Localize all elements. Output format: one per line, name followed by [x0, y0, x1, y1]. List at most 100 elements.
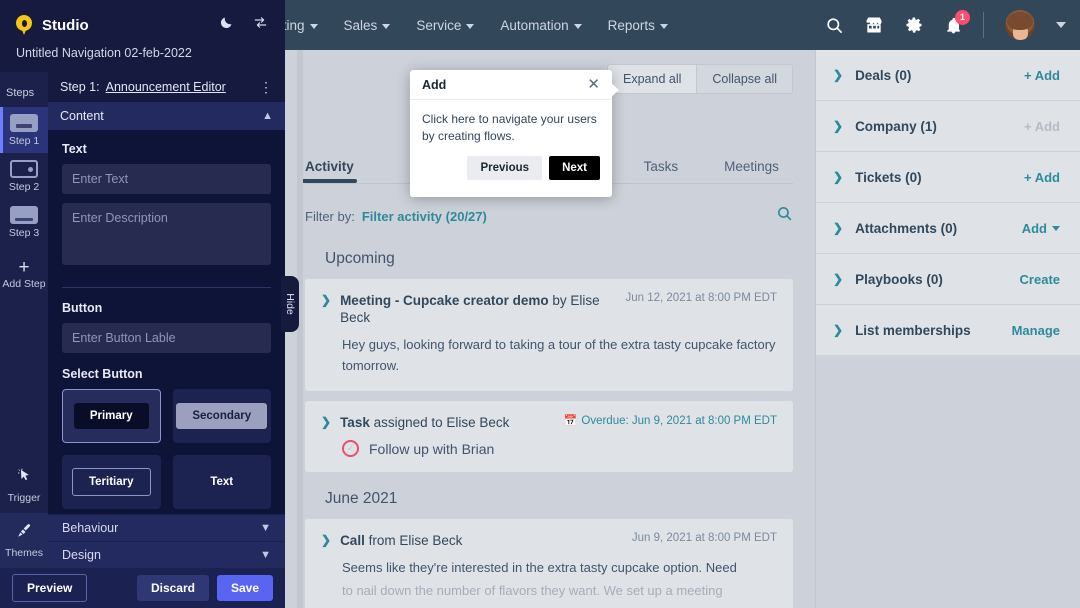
sidebar-row-deals[interactable]: ❯ Deals (0) + Add [816, 50, 1080, 101]
tab-activity[interactable]: Activity [302, 159, 357, 183]
accordion-label: Design [62, 548, 101, 562]
chevron-right-icon[interactable]: ❯ [321, 414, 331, 431]
expand-collapse-toolbar: Expand all Collapse all [607, 64, 793, 94]
chevron-down-icon[interactable] [1056, 22, 1066, 28]
notification-badge: 1 [955, 9, 970, 25]
chevron-right-icon[interactable]: ❯ [321, 532, 331, 549]
app-root: rketing Sales Service Automation Reports [0, 0, 1080, 608]
text-input[interactable] [62, 164, 271, 194]
card-title-bold: Task [340, 415, 370, 430]
step-name-link[interactable]: Announcement Editor [106, 80, 226, 94]
create-playbook-button[interactable]: Create [1020, 272, 1060, 287]
editor-panel: Step 1: Announcement Editor ⋮ Content ▲ … [48, 72, 285, 568]
studio-logo-pin-icon [16, 15, 32, 35]
button-style-secondary[interactable]: Secondary [172, 389, 271, 443]
marketplace-icon[interactable] [864, 15, 884, 35]
card-title-rest: assigned to Elise Beck [369, 415, 510, 430]
nav-item-service[interactable]: Service [416, 17, 475, 33]
rail-item-label: Step 1 [8, 135, 40, 147]
sidebar-row-playbooks[interactable]: ❯ Playbooks (0) Create [816, 254, 1080, 305]
nav-item-automation[interactable]: Automation [500, 18, 582, 33]
search-icon[interactable] [776, 205, 793, 227]
button-section-label: Button [62, 301, 103, 315]
task-checkbox-icon[interactable]: ✓ [342, 440, 359, 457]
sidebar-row-list-memberships[interactable]: ❯ List memberships Manage [816, 305, 1080, 356]
collapse-all-button[interactable]: Collapse all [696, 65, 792, 93]
sidebar-row-tickets[interactable]: ❯ Tickets (0) + Add [816, 152, 1080, 203]
button-style-primary[interactable]: Primary [62, 389, 161, 443]
activity-card-meeting[interactable]: ❯ Meeting - Cupcake creator demo by Elis… [305, 279, 793, 391]
card-title: Task assigned to Elise Beck [340, 414, 545, 431]
swap-arrows-icon[interactable] [252, 15, 269, 35]
avatar[interactable] [1004, 9, 1036, 41]
description-textarea[interactable] [62, 203, 271, 265]
rail-tool-themes[interactable]: Themes [0, 513, 48, 568]
studio-subtitle: Untitled Navigation 02-feb-2022 [16, 46, 192, 60]
sidebar-row-company[interactable]: ❯ Company (1) + Add [816, 101, 1080, 152]
tab-meetings[interactable]: Meetings [724, 159, 779, 183]
accordion-design[interactable]: Design ▼ [48, 541, 285, 568]
sidebar-row-title: Playbooks (0) [855, 271, 943, 287]
sidebar-row-title: List memberships [855, 322, 971, 338]
notifications-bell-icon[interactable]: 1 [944, 9, 970, 35]
select-button-label: Select Button [62, 367, 143, 381]
chevron-right-icon[interactable]: ❯ [833, 170, 843, 184]
rail-item-step-2[interactable]: Step 2 [0, 153, 48, 199]
tab-tasks[interactable]: Tasks [644, 159, 679, 183]
button-label-input[interactable] [62, 323, 271, 353]
chevron-right-icon[interactable]: ❯ [833, 221, 843, 235]
step-overflow-menu-icon[interactable]: ⋮ [259, 80, 273, 94]
sidebar-row-title: Attachments (0) [855, 220, 958, 236]
search-icon[interactable] [825, 16, 844, 35]
rail-item-step-1[interactable]: Step 1 [0, 107, 48, 153]
filter-value[interactable]: Filter activity (20/27) [362, 209, 487, 224]
dark-mode-moon-icon[interactable] [219, 15, 234, 35]
add-step-button[interactable]: + Add Step [2, 258, 45, 290]
add-company-button[interactable]: + Add [1024, 119, 1060, 134]
nav-item-reports[interactable]: Reports [608, 18, 668, 33]
add-ticket-button[interactable]: + Add [1024, 170, 1060, 185]
cursor-click-icon [16, 467, 33, 489]
activity-card-task[interactable]: ❯ Task assigned to Elise Beck 📅 Overdue: … [305, 401, 793, 472]
sidebar-row-attachments[interactable]: ❯ Attachments (0) Add [816, 203, 1080, 254]
step-thumbnail-icon [10, 206, 38, 224]
close-icon[interactable]: ✕ [587, 77, 600, 92]
add-attachment-dropdown[interactable]: Add [1022, 221, 1060, 236]
filter-label: Filter by: [305, 208, 355, 224]
card-body-continued: to nail down the number of flavors they … [342, 583, 723, 598]
card-timestamp: Jun 12, 2021 at 8:00 PM EDT [625, 292, 777, 304]
rail-item-step-3[interactable]: Step 3 [0, 199, 48, 245]
card-title: Meeting - Cupcake creator demo by Elise … [340, 292, 606, 326]
button-style-text[interactable]: Text [172, 455, 271, 509]
card-title-rest: from Elise Beck [364, 533, 463, 548]
chevron-down-icon [466, 23, 475, 29]
preview-button[interactable]: Preview [12, 574, 88, 602]
hide-panel-tab[interactable]: Hide [281, 276, 299, 332]
activity-card-call[interactable]: ❯ Call from Elise Beck Jun 9, 2021 at 8:… [305, 519, 793, 608]
previous-button[interactable]: Previous [467, 156, 543, 180]
step-thumbnail-icon [10, 114, 38, 132]
gear-icon[interactable] [904, 15, 924, 35]
filter-bar: Filter by: Filter activity (20/27) [305, 196, 793, 236]
button-style-tertiary[interactable]: Teritiary [62, 455, 161, 509]
main-scrollbar[interactable] [297, 50, 303, 608]
expand-all-button[interactable]: Expand all [608, 65, 697, 93]
accordion-behaviour[interactable]: Behaviour ▼ [48, 514, 285, 541]
discard-button[interactable]: Discard [136, 575, 209, 601]
chevron-right-icon[interactable]: ❯ [833, 119, 843, 133]
rail-tool-trigger[interactable]: Trigger [0, 458, 48, 513]
nav-item-label: Reports [607, 17, 655, 33]
add-deal-button[interactable]: + Add [1024, 68, 1060, 83]
studio-header: Studio [0, 0, 285, 50]
button-style-label: Teritiary [71, 468, 151, 496]
save-button[interactable]: Save [216, 575, 273, 601]
chevron-right-icon[interactable]: ❯ [833, 272, 843, 286]
nav-item-sales[interactable]: Sales [344, 18, 391, 33]
chevron-right-icon[interactable]: ❯ [833, 68, 843, 82]
nav-item-label: Service [416, 17, 462, 33]
manage-lists-button[interactable]: Manage [1012, 323, 1060, 338]
next-button[interactable]: Next [549, 156, 600, 180]
accordion-content-header[interactable]: Content ▲ [48, 102, 285, 130]
chevron-right-icon[interactable]: ❯ [833, 323, 843, 337]
chevron-right-icon[interactable]: ❯ [321, 292, 331, 309]
